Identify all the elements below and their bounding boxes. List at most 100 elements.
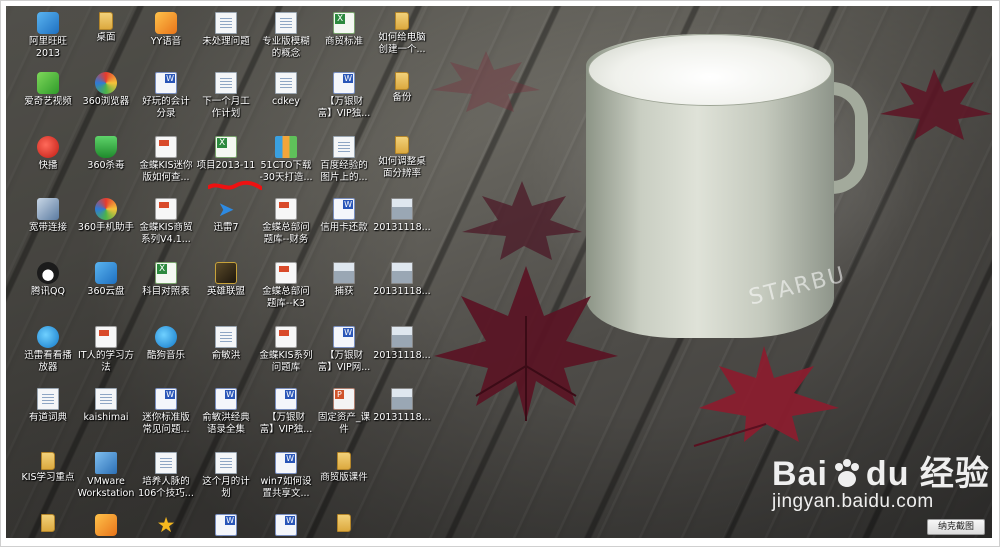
maple-leaf-large xyxy=(434,266,618,421)
360-browser-icon xyxy=(95,72,117,94)
desktop-icon[interactable]: 如何给电脑 创建一个... xyxy=(370,8,434,72)
desktop-icon[interactable]: 未处理问题 xyxy=(194,8,258,72)
screenshot-frame: STARBU 阿里旺旺 2013 爱奇艺视频 快播 宽带连接 腾讯QQ 迅雷看看… xyxy=(0,0,1000,547)
desktop-icon[interactable]: 俞敏洪 xyxy=(194,322,258,386)
pdf-icon xyxy=(275,262,297,284)
desktop-icon[interactable]: 360手机助手 xyxy=(74,194,138,258)
maple-leaf-top xyxy=(880,69,992,140)
icon-label: 【万银财 富】VIP网... xyxy=(317,350,371,373)
desktop-icon[interactable]: KIS学习重点 xyxy=(16,448,80,512)
desktop-icon[interactable]: 培养人脉的 106个技巧... xyxy=(134,448,198,512)
desktop-icon[interactable]: 360杀毒 xyxy=(74,132,138,196)
desktop-icon[interactable]: 商贸版课件 xyxy=(312,448,376,512)
desktop-icon[interactable]: 金蝶总部问 题库--财务 xyxy=(254,194,318,258)
desktop-icon[interactable]: 20131118... xyxy=(370,384,434,448)
desktop-icon[interactable]: 俞敏洪经典 语录全集 xyxy=(194,384,258,448)
desktop-icon[interactable]: 下一个月工 作计划 xyxy=(194,68,258,132)
document-icon xyxy=(275,12,297,34)
pdf-icon xyxy=(275,198,297,220)
desktop-icon[interactable]: win7如何设 置共享文... xyxy=(254,448,318,512)
maple-leaf-mid xyxy=(462,181,582,260)
kugou-icon xyxy=(155,326,177,348)
folder-icon xyxy=(337,514,351,532)
desktop-icon[interactable]: 360浏览器 xyxy=(74,68,138,132)
desktop-icon[interactable]: 迷你标准版 常见问题... xyxy=(134,384,198,448)
xunlei-icon: ➤ xyxy=(217,197,235,221)
icon-label: 金蝶KIS迷你 版如何查... xyxy=(139,160,193,183)
pdf-icon xyxy=(95,326,117,348)
desktop-icon[interactable]: 迅雷看看播 放器 xyxy=(16,322,80,386)
icon-label: 爱奇艺视频 xyxy=(24,96,72,107)
desktop-icon[interactable]: 百度经验的 图片上的... xyxy=(312,132,376,196)
desktop-icon[interactable]: 固定资产_课 件 xyxy=(312,384,376,448)
desktop-icon[interactable]: 备份 xyxy=(370,68,434,132)
desktop-icon[interactable]: 宽带连接 xyxy=(16,194,80,258)
desktop-icon[interactable] xyxy=(16,510,80,538)
desktop-icon[interactable]: 金蝶KIS商贸 系列V4.1... xyxy=(134,194,198,258)
desktop-icon[interactable]: 信用卡还款 xyxy=(312,194,376,258)
desktop-icon[interactable]: 科目对照表 xyxy=(134,258,198,322)
desktop-icon[interactable]: 有道词典 xyxy=(16,384,80,448)
yy-icon xyxy=(155,12,177,34)
desktop-icon[interactable]: 【万银财 富】VIP网... xyxy=(312,322,376,386)
icon-label: 俞敏洪经典 语录全集 xyxy=(202,412,250,435)
icon-label: 腾讯QQ xyxy=(31,286,65,297)
icon-label: 20131118... xyxy=(373,350,431,361)
folder-icon xyxy=(395,136,409,154)
desktop-icon[interactable]: 20131118... xyxy=(370,194,434,258)
pdf-icon xyxy=(155,198,177,220)
qq-icon xyxy=(37,262,59,284)
desktop-icon[interactable]: 金蝶KIS迷你 版如何查... xyxy=(134,132,198,196)
desktop-icon[interactable]: 桌面 xyxy=(74,8,138,72)
image-icon xyxy=(391,198,413,220)
word-icon xyxy=(155,388,177,410)
desktop-icon[interactable]: 酷狗音乐 xyxy=(134,322,198,386)
desktop-icon[interactable]: cdkey xyxy=(254,68,318,132)
desktop-icon[interactable]: 商贸标准 xyxy=(312,8,376,72)
desktop-icon[interactable]: 如何调整桌 面分辨率 xyxy=(370,132,434,196)
360-phone-icon xyxy=(95,198,117,220)
desktop-icon[interactable]: 【万银财 富】VIP独... xyxy=(254,384,318,448)
desktop-icon[interactable]: IT人的学习方 法 xyxy=(74,322,138,386)
desktop-icon[interactable]: 【万银财 富】VIP独... xyxy=(312,68,376,132)
desktop-icon[interactable]: 英雄联盟 xyxy=(194,258,258,322)
icon-label: 360手机助手 xyxy=(77,222,135,233)
desktop-icon[interactable]: 20131118... xyxy=(370,322,434,386)
word-icon xyxy=(333,72,355,94)
icon-label: 项目2013-11 xyxy=(196,160,256,171)
desktop-icon[interactable]: ➤ 迅雷7 xyxy=(194,194,258,258)
icon-label: 51CTO下载 -30天打造... xyxy=(259,160,313,183)
icon-label: cdkey xyxy=(272,96,300,107)
desktop-icon[interactable]: YY语音 xyxy=(134,8,198,72)
desktop-icon[interactable]: VMware Workstation xyxy=(74,448,138,512)
excel-icon xyxy=(333,12,355,34)
desktop-icon[interactable]: 360云盘 xyxy=(74,258,138,322)
desktop-icon[interactable]: 金蝶KIS系列 问题库 xyxy=(254,322,318,386)
desktop-icon[interactable]: 这个月的计 划 xyxy=(194,448,258,512)
desktop-icon[interactable]: 腾讯QQ xyxy=(16,258,80,322)
desktop-icon[interactable]: 好玩的会计 分录 xyxy=(134,68,198,132)
desktop-icon[interactable]: ★ xyxy=(134,510,198,538)
desktop-icon[interactable]: 51CTO下载 -30天打造... xyxy=(254,132,318,196)
desktop-icon[interactable] xyxy=(312,510,376,538)
icon-label: 迅雷7 xyxy=(213,222,239,233)
capture-button[interactable]: 纳克截图 xyxy=(927,519,985,535)
desktop-icon[interactable]: 金蝶总部问 题库--K3 xyxy=(254,258,318,322)
desktop-icon[interactable]: 专业版模糊 的概念 xyxy=(254,8,318,72)
desktop-icon[interactable] xyxy=(194,510,258,538)
desktop-icon[interactable]: 阿里旺旺 2013 xyxy=(16,8,80,72)
desktop-icon[interactable]: 快播 xyxy=(16,132,80,196)
word-icon xyxy=(275,452,297,474)
icon-label: 迷你标准版 常见问题... xyxy=(142,412,190,435)
desktop-icon[interactable]: 20131118... xyxy=(370,258,434,322)
desktop-icon[interactable]: 捕获 xyxy=(312,258,376,322)
folder-icon xyxy=(337,452,351,470)
desktop-icon[interactable]: 爱奇艺视频 xyxy=(16,68,80,132)
desktop-icon[interactable] xyxy=(254,510,318,538)
image-icon xyxy=(391,326,413,348)
icon-label: VMware Workstation xyxy=(77,476,135,499)
desktop-icon[interactable]: kaishimai xyxy=(74,384,138,448)
desktop-icon[interactable] xyxy=(74,510,138,538)
word-icon xyxy=(155,72,177,94)
icon-label: 【万银财 富】VIP独... xyxy=(317,96,371,119)
